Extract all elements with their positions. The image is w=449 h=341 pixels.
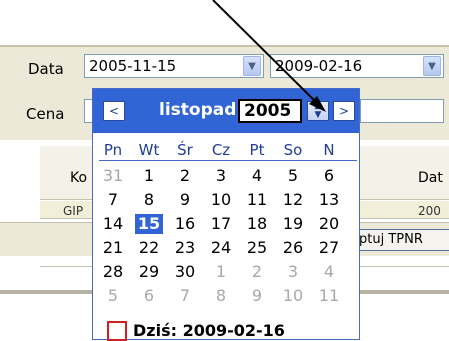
pointer-arrow-icon <box>212 0 326 112</box>
